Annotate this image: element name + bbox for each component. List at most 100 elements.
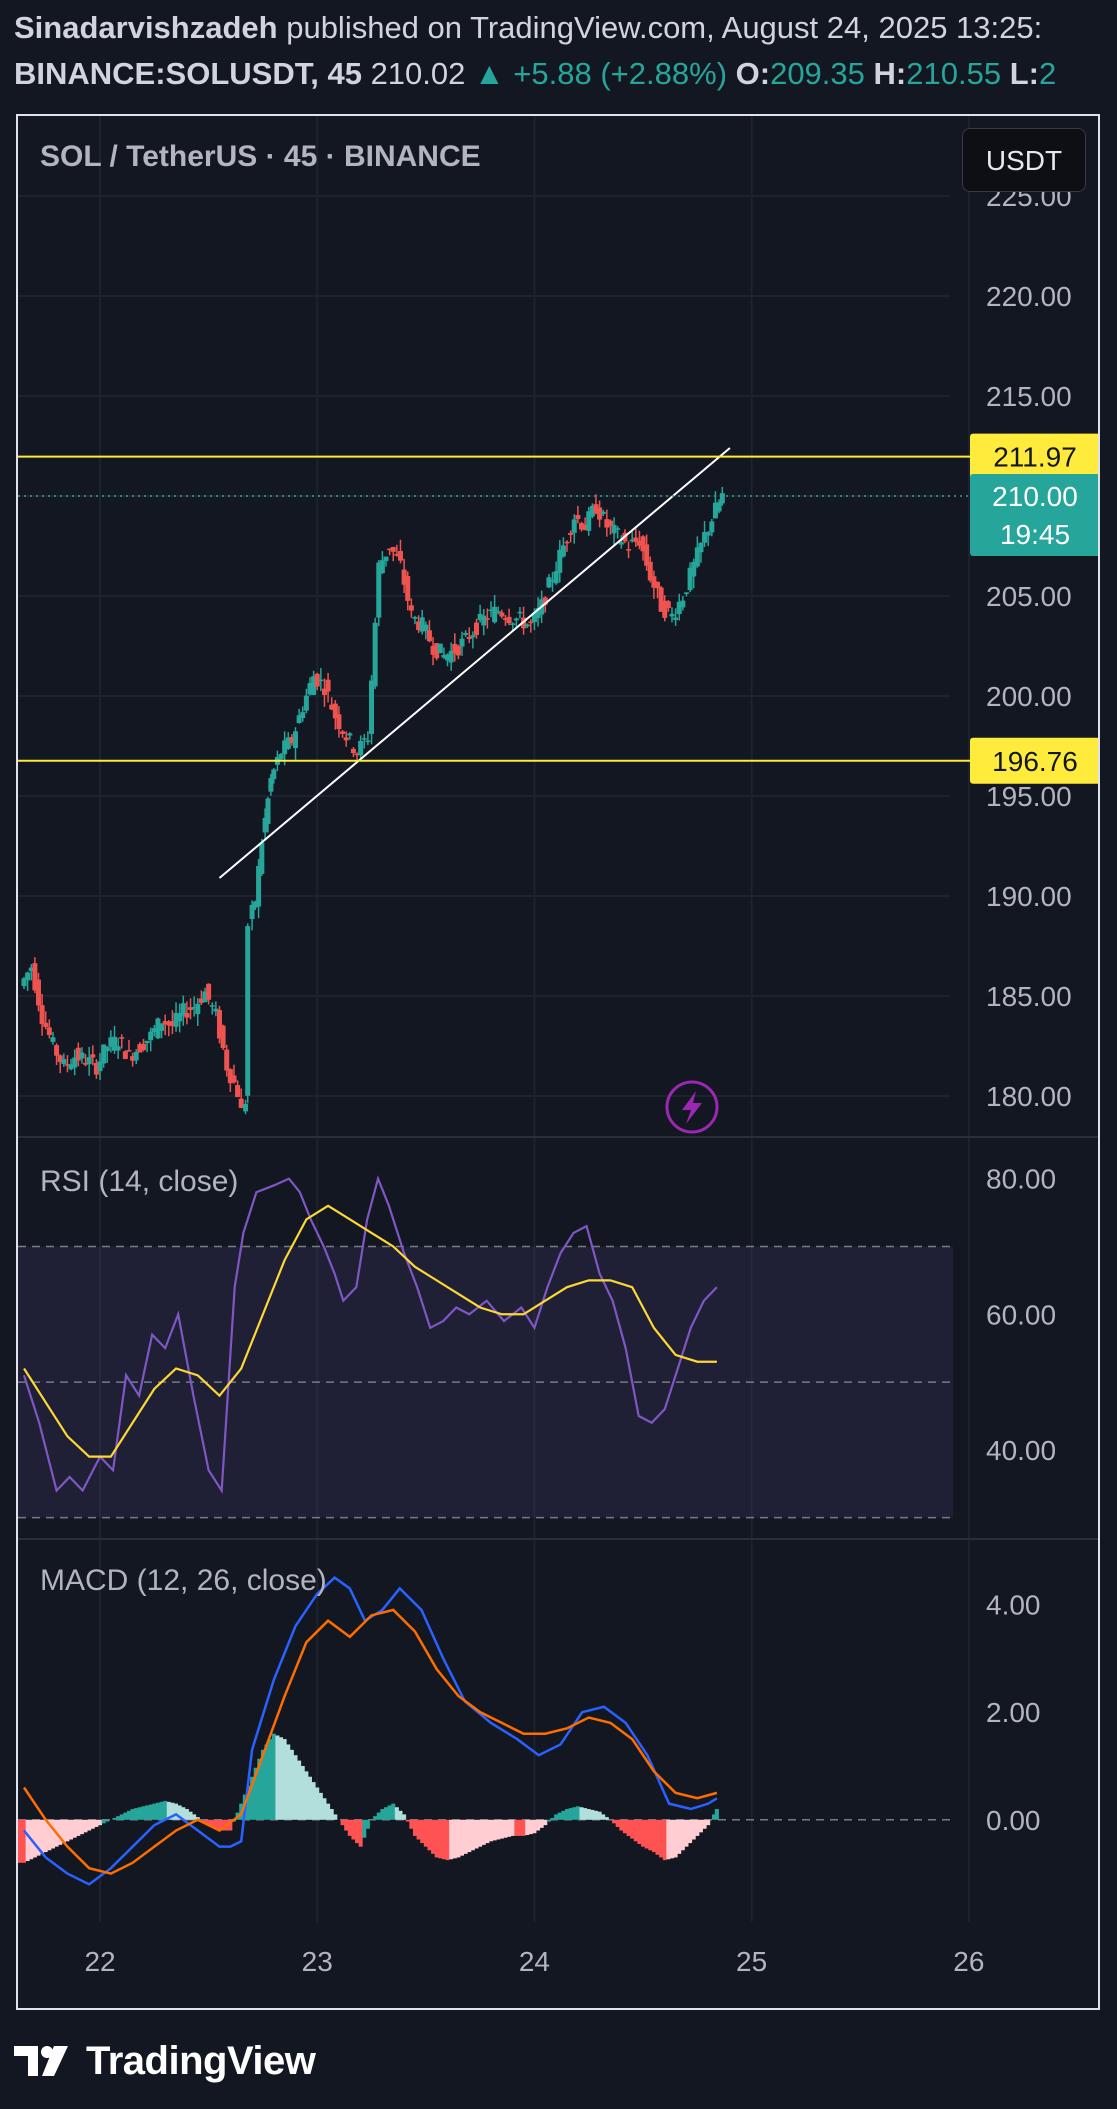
lightning-icon[interactable] — [665, 1080, 719, 1134]
macd-histogram-bar — [358, 1819, 363, 1847]
candle-body — [506, 616, 512, 624]
last-price-label: 210.00 — [992, 481, 1078, 512]
macd-histogram-bar — [152, 1803, 157, 1820]
macd-histogram-bar — [651, 1819, 656, 1853]
macd-histogram-bar — [557, 1812, 562, 1820]
candle-body — [379, 560, 385, 574]
macd-histogram-bar — [499, 1819, 504, 1839]
candle-body — [560, 545, 566, 557]
macd-histogram-bar — [355, 1819, 360, 1844]
macd-histogram-bar — [18, 1819, 19, 1863]
candle-body — [564, 541, 570, 544]
macd-histogram-bar — [528, 1819, 533, 1835]
macd-histogram-bar — [137, 1807, 142, 1820]
candle-body — [206, 983, 212, 1000]
macd-histogram-bar — [322, 1798, 327, 1820]
macd-histogram-bar — [507, 1819, 512, 1837]
low-value: 2 — [1038, 56, 1057, 91]
macd-histogram-bar — [572, 1807, 577, 1820]
candle-body — [426, 630, 432, 642]
macd-histogram-bar — [326, 1803, 331, 1820]
candle-body — [524, 624, 530, 627]
time-axis[interactable]: 22 23 24 25 26 — [84, 1946, 984, 1977]
macd-histogram-bar — [94, 1819, 99, 1827]
candle-body — [278, 754, 284, 760]
macd-histogram-bar — [470, 1819, 475, 1851]
candle-body — [361, 738, 367, 740]
price-axis[interactable]: 225.00220.00215.00210.00205.00200.00195.… — [970, 181, 1098, 1836]
candle-body — [46, 1027, 52, 1036]
candle-body — [209, 1005, 215, 1007]
candle-body — [499, 612, 505, 617]
footer-logo[interactable]: TradingView — [14, 2036, 316, 2086]
price-pane[interactable] — [18, 447, 970, 1115]
candle-body — [615, 528, 621, 530]
candle-body — [35, 979, 41, 1006]
macd-histogram-bar — [597, 1811, 602, 1820]
macd-histogram-bar — [134, 1808, 139, 1820]
macd-histogram-bar — [394, 1807, 399, 1820]
candle-body — [665, 601, 671, 609]
macd-histogram-bar — [644, 1819, 649, 1849]
macd-histogram-bar — [384, 1807, 389, 1820]
macd-histogram-bar — [362, 1819, 367, 1838]
macd-histogram-bar — [641, 1819, 646, 1847]
open-label: O: — [735, 56, 771, 91]
macd-histogram-bar — [268, 1739, 273, 1820]
macd-line — [23, 1576, 718, 1886]
currency-button[interactable]: USDT — [962, 128, 1086, 192]
chart-area[interactable]: 225.00220.00215.00210.00205.00200.00195.… — [18, 116, 1098, 2008]
candle-body — [104, 1047, 110, 1052]
macd-histogram-bar — [655, 1819, 660, 1855]
macd-histogram-bar — [423, 1819, 428, 1847]
macd-histogram-bar — [101, 1819, 106, 1824]
macd-histogram-bar — [43, 1819, 48, 1853]
author-name[interactable]: Sinadarvishzadeh — [14, 10, 278, 45]
candle-body — [600, 511, 606, 514]
bar-countdown: 19:45 — [1000, 519, 1070, 550]
macd-histogram-bar — [456, 1819, 461, 1858]
candle-body — [470, 635, 476, 638]
macd-tick-label: 2.00 — [986, 1697, 1041, 1728]
header-line-2: BINANCE:SOLUSDT, 45 210.02 ▲ +5.88 (+2.8… — [14, 56, 1114, 92]
candle-body — [184, 1013, 190, 1018]
candle-body — [397, 550, 403, 561]
macd-histogram-bar — [615, 1819, 620, 1827]
macd-histogram-bar — [677, 1819, 682, 1854]
macd-histogram-bar — [554, 1814, 559, 1820]
macd-histogram-bar — [441, 1819, 446, 1860]
candle-body — [484, 618, 490, 620]
candle-body — [669, 613, 675, 617]
price-tick-label: 180.00 — [986, 1081, 1072, 1112]
macd-histogram-bar — [575, 1806, 580, 1820]
macd-histogram-bar — [521, 1819, 526, 1836]
price-tick-label: 200.00 — [986, 681, 1072, 712]
macd-histogram-bar — [130, 1809, 135, 1820]
macd-histogram-bar — [398, 1810, 403, 1820]
candle-body — [119, 1037, 125, 1039]
macd-histogram-bar — [630, 1819, 635, 1839]
macd-histogram-bar — [622, 1819, 627, 1834]
candle-body — [159, 1023, 165, 1031]
macd-histogram-bar — [496, 1819, 501, 1840]
candle-body — [126, 1049, 132, 1052]
macd-histogram-bar — [488, 1819, 493, 1842]
macd-pane[interactable] — [18, 1576, 953, 1886]
macd-histogram-bar — [50, 1819, 55, 1849]
macd-histogram-bar — [184, 1809, 189, 1820]
candle-body — [719, 493, 725, 504]
macd-histogram-bar — [669, 1819, 674, 1859]
macd-histogram-bar — [293, 1755, 298, 1820]
macd-histogram-bar — [460, 1819, 465, 1856]
level-price-label: 211.97 — [993, 442, 1077, 473]
macd-histogram-bar — [116, 1816, 121, 1820]
candle-body — [655, 581, 661, 589]
macd-histogram-bar — [662, 1819, 667, 1861]
candle-body — [86, 1057, 92, 1065]
candle-body — [709, 521, 715, 533]
candle-body — [618, 542, 624, 545]
macd-histogram-bar — [329, 1809, 334, 1820]
candle-body — [437, 643, 443, 654]
candle-body — [303, 695, 309, 711]
candle-body — [271, 769, 277, 779]
